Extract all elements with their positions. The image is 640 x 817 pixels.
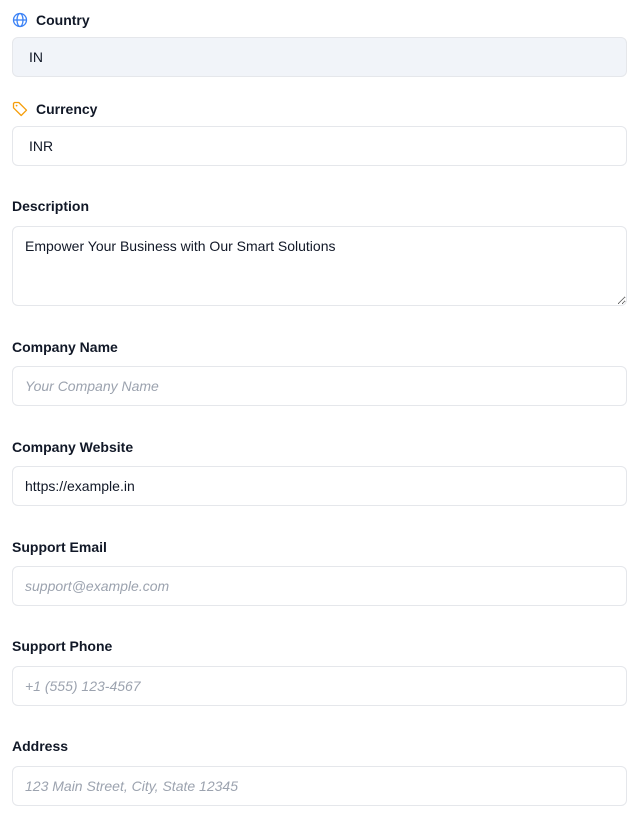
support-email-input[interactable]	[12, 566, 627, 606]
company-website-label: Company Website	[12, 439, 134, 455]
globe-icon	[12, 12, 28, 28]
company-settings-form: Country Currency Description Empower You…	[0, 0, 640, 817]
description-textarea[interactable]: Empower Your Business with Our Smart Sol…	[12, 226, 627, 306]
address-label: Address	[12, 738, 69, 754]
support-email-label-row: Support Email	[12, 537, 107, 557]
company-website-label-row: Company Website	[12, 437, 133, 457]
company-name-label: Company Name	[12, 339, 118, 355]
company-name-input[interactable]	[12, 366, 627, 406]
support-phone-input[interactable]	[12, 666, 627, 706]
company-website-input[interactable]	[12, 466, 627, 506]
support-phone-label: Support Phone	[12, 638, 113, 654]
country-label: Country	[36, 12, 90, 28]
address-label-row: Address	[12, 736, 68, 756]
currency-label: Currency	[36, 101, 98, 117]
description-label: Description	[12, 198, 90, 214]
support-phone-label-row: Support Phone	[12, 636, 112, 656]
support-email-label: Support Email	[12, 539, 107, 555]
country-label-row: Country	[12, 10, 90, 30]
company-name-label-row: Company Name	[12, 337, 118, 357]
currency-label-row: Currency	[12, 99, 97, 119]
tag-icon	[12, 101, 28, 117]
address-input[interactable]	[12, 766, 627, 806]
description-label-row: Description	[12, 196, 89, 216]
currency-field[interactable]	[12, 126, 627, 166]
country-field[interactable]	[12, 37, 627, 77]
